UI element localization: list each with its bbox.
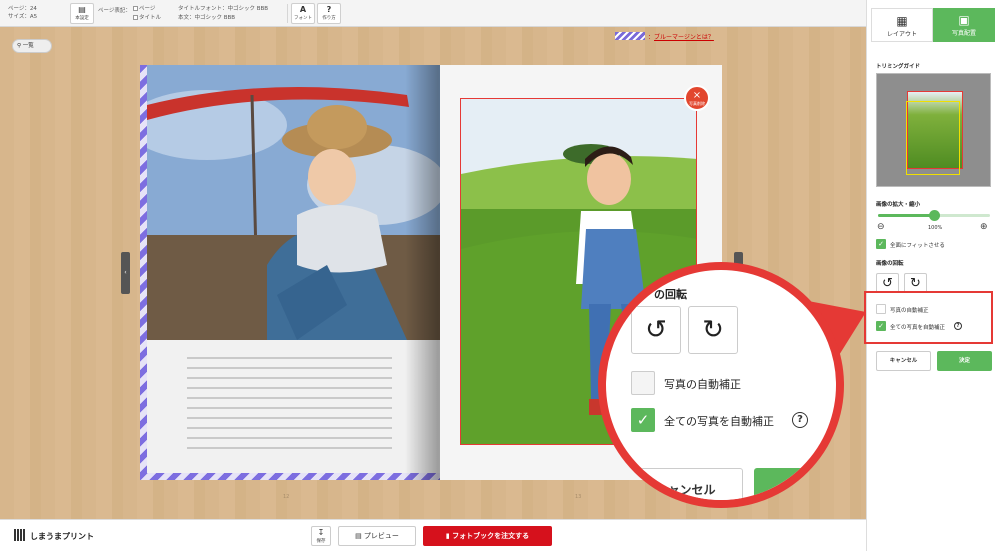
rotate-right-icon: ↻ bbox=[702, 315, 724, 345]
image-icon: ▣ bbox=[958, 13, 970, 27]
zoom-rotate-right-button[interactable]: ↻ bbox=[688, 306, 738, 354]
bookmark-icon: ▮ bbox=[445, 532, 450, 540]
ok-button[interactable]: 決定 bbox=[937, 351, 992, 371]
zoom-out-icon[interactable]: ⊖ bbox=[877, 222, 885, 232]
zoom-value: 100% bbox=[928, 225, 943, 231]
order-button[interactable]: ▮ フォトブックを注文する bbox=[423, 526, 552, 546]
zoom-slider-handle[interactable] bbox=[929, 210, 940, 221]
fit-label: 全面にフィットさせる bbox=[890, 243, 945, 249]
cancel-button[interactable]: キャンセル bbox=[876, 351, 931, 371]
edit-panel: ▦ レイアウト ▣ 写真配置 トリミングガイド 画像の拡大・縮小 ⊖ 100% … bbox=[866, 0, 1000, 551]
zoom-auto-correct-checkbox[interactable] bbox=[631, 371, 655, 395]
book-open-icon: ▤ bbox=[355, 532, 362, 540]
rotate-title: 画像の回転 bbox=[876, 261, 904, 267]
zoom-auto-correct-all-label: 全ての写真を自動補正 bbox=[664, 415, 774, 428]
logo-mark-icon bbox=[14, 529, 26, 541]
footer-bar: しまうまプリント ↧ 保存 ▤ プレビュー ▮ フォトブックを注文する bbox=[0, 519, 866, 551]
rotate-left-button[interactable]: ↺ bbox=[876, 273, 899, 293]
tab-layout-label: レイアウト bbox=[886, 31, 917, 38]
save-label: 保存 bbox=[316, 539, 326, 544]
brand-name: しまうまプリント bbox=[30, 532, 94, 541]
grid-icon: ▦ bbox=[896, 14, 908, 28]
tab-photo[interactable]: ▣ 写真配置 bbox=[933, 8, 995, 42]
zoom-callout: の回転 ↺ ↻ 写真の自動補正 ✓ 全ての写真を自動補正 ? キャンセル bbox=[598, 262, 844, 508]
zoom-callout-content: の回転 ↺ ↻ 写真の自動補正 ✓ 全ての写真を自動補正 ? キャンセル bbox=[606, 270, 836, 500]
scale-title: 画像の拡大・縮小 bbox=[876, 202, 921, 208]
callout-pointer bbox=[803, 300, 866, 360]
trim-photo-frame[interactable] bbox=[906, 91, 963, 175]
trim-guide-preview[interactable] bbox=[876, 73, 991, 187]
zoom-auto-correct-all-checkbox[interactable]: ✓ bbox=[631, 408, 655, 432]
save-button[interactable]: ↧ 保存 bbox=[311, 526, 331, 546]
zoom-in-icon[interactable]: ⊕ bbox=[980, 222, 988, 232]
rotate-right-icon: ↻ bbox=[910, 276, 921, 291]
rotate-left-icon: ↺ bbox=[882, 276, 893, 291]
preview-button[interactable]: ▤ プレビュー bbox=[338, 526, 416, 546]
check-icon: ✓ bbox=[636, 411, 650, 429]
tab-photo-label: 写真配置 bbox=[951, 30, 976, 37]
zoom-rotate-title: の回転 bbox=[654, 288, 687, 301]
trim-guide-title: トリミングガイド bbox=[876, 64, 921, 70]
brand-logo: しまうまプリント bbox=[14, 529, 94, 542]
zoom-slider-fill bbox=[878, 214, 934, 217]
check-icon: ✓ bbox=[878, 240, 884, 248]
preview-label: プレビュー bbox=[363, 532, 399, 540]
zoom-help-icon[interactable]: ? bbox=[792, 412, 808, 428]
fit-checkbox[interactable]: ✓ bbox=[876, 239, 886, 249]
highlight-frame bbox=[864, 291, 993, 344]
rotate-right-button[interactable]: ↻ bbox=[904, 273, 927, 293]
zoom-rotate-left-button[interactable]: ↺ bbox=[631, 306, 681, 354]
zoom-auto-correct-label: 写真の自動補正 bbox=[664, 378, 741, 391]
order-label: フォトブックを注文する bbox=[452, 532, 530, 540]
tab-layout[interactable]: ▦ レイアウト bbox=[871, 8, 933, 42]
rotate-left-icon: ↺ bbox=[645, 315, 667, 345]
zoom-slider[interactable] bbox=[878, 210, 990, 221]
download-icon: ↧ bbox=[317, 528, 325, 537]
